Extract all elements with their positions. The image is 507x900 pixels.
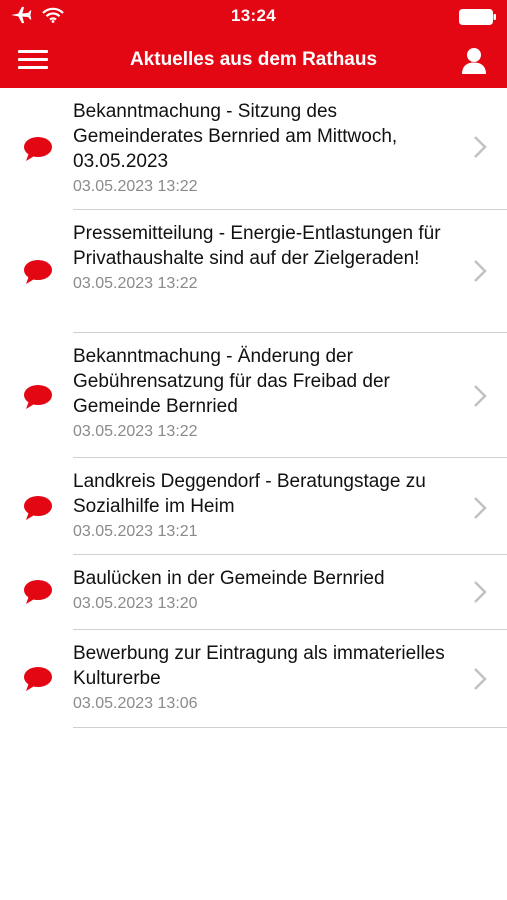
chevron-right-icon bbox=[474, 136, 487, 158]
speech-bubble-icon bbox=[24, 385, 52, 409]
chevron-right-icon bbox=[474, 581, 487, 603]
news-date: 03.05.2023 13:06 bbox=[73, 695, 198, 712]
divider bbox=[73, 727, 507, 728]
news-list: Bekanntmachung - Sitzung des Gemeinderat… bbox=[0, 88, 507, 728]
news-date: 03.05.2023 13:22 bbox=[73, 423, 198, 440]
status-right bbox=[459, 9, 497, 30]
list-item[interactable]: Bewerbung zur Eintragung als immateriell… bbox=[0, 630, 507, 728]
speech-bubble-icon bbox=[24, 667, 52, 691]
speech-bubble-icon bbox=[24, 137, 52, 161]
speech-bubble-icon bbox=[24, 496, 52, 520]
chevron-right-icon bbox=[474, 260, 487, 282]
speech-bubble-icon bbox=[24, 580, 52, 604]
chevron-right-icon bbox=[474, 385, 487, 407]
chevron-right-icon bbox=[474, 497, 487, 519]
list-item[interactable]: Pressemitteilung - Energie-Entlastungen … bbox=[0, 210, 507, 333]
news-title: Bewerbung zur Eintragung als immateriell… bbox=[73, 643, 445, 689]
status-time: 13:24 bbox=[231, 6, 276, 25]
page-title: Aktuelles aus dem Rathaus bbox=[129, 49, 378, 70]
list-item[interactable]: Landkreis Deggendorf - Beratungstage zu … bbox=[0, 458, 507, 555]
hamburger-menu-icon[interactable] bbox=[18, 50, 48, 72]
list-item[interactable]: Baulücken in der Gemeinde Bernried 03.05… bbox=[0, 555, 507, 630]
news-date: 03.05.2023 13:21 bbox=[73, 523, 198, 540]
list-item[interactable]: Bekanntmachung - Änderung der Gebührensa… bbox=[0, 333, 507, 458]
news-title: Bekanntmachung - Sitzung des Gemeinderat… bbox=[73, 101, 398, 172]
list-item[interactable]: Bekanntmachung - Sitzung des Gemeinderat… bbox=[0, 88, 507, 210]
status-bar: 13:24 bbox=[0, 0, 507, 34]
battery-icon bbox=[459, 9, 496, 25]
news-title: Baulücken in der Gemeinde Bernried bbox=[73, 568, 385, 589]
news-date: 03.05.2023 13:22 bbox=[73, 178, 198, 195]
nav-bar: Aktuelles aus dem Rathaus bbox=[0, 34, 507, 88]
speech-bubble-icon bbox=[24, 260, 52, 284]
news-title: Landkreis Deggendorf - Beratungstage zu … bbox=[73, 471, 426, 517]
news-title: Pressemitteilung - Energie-Entlastungen … bbox=[73, 223, 441, 269]
news-title: Bekanntmachung - Änderung der Gebührensa… bbox=[73, 346, 390, 417]
news-date: 03.05.2023 13:20 bbox=[73, 595, 198, 612]
news-date: 03.05.2023 13:22 bbox=[73, 275, 198, 292]
chevron-right-icon bbox=[474, 668, 487, 690]
person-icon[interactable] bbox=[459, 47, 489, 75]
